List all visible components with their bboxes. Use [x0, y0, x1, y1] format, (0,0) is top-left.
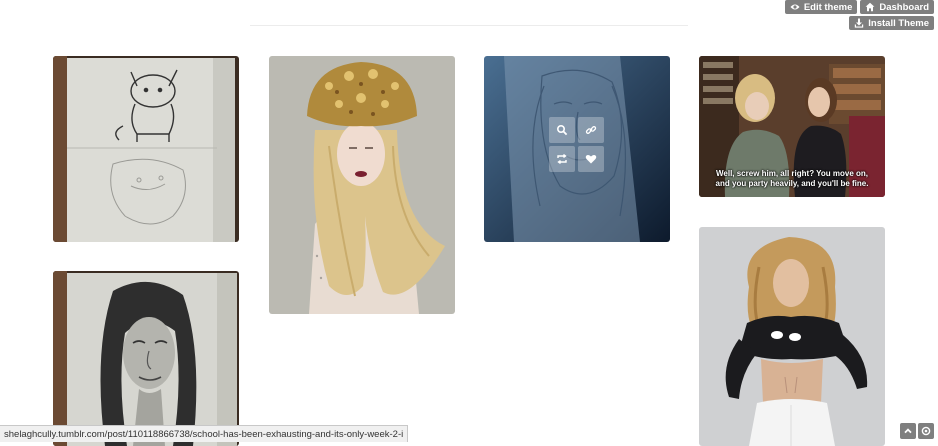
magnifier-icon	[556, 124, 568, 136]
home-icon	[865, 2, 875, 12]
photo-post-tv-scene[interactable]: Well, screw him, all right? You move on,…	[699, 56, 885, 197]
edit-theme-label: Edit theme	[803, 1, 853, 13]
status-bar-url: shelaghcully.tumblr.com/post/11011886673…	[0, 425, 409, 442]
tumblr-controls: Edit theme Dashboard Install Theme	[784, 0, 934, 30]
hover-action-grid	[549, 117, 604, 172]
golden-crown-model-image	[269, 56, 455, 314]
eye-icon	[790, 4, 800, 10]
subtitle-line-1: Well, screw him, all right? You move on,	[715, 169, 869, 178]
photo-post-crop-top[interactable]	[699, 227, 885, 446]
like-button[interactable]	[578, 146, 604, 172]
crop-top-model-image	[699, 227, 885, 446]
install-theme-label: Install Theme	[868, 17, 929, 29]
dashboard-label: Dashboard	[879, 1, 929, 13]
download-icon	[855, 18, 864, 28]
heart-icon	[585, 154, 597, 164]
photo-post-pencil-portrait-hovered[interactable]	[484, 56, 670, 242]
theme-settings-button[interactable]	[918, 423, 934, 439]
zoom-button[interactable]	[549, 117, 575, 143]
photo-post-sketchbook-portrait[interactable]	[53, 271, 239, 446]
edit-theme-button[interactable]: Edit theme	[784, 0, 858, 14]
photo-post-golden-crown[interactable]	[269, 56, 455, 314]
subtitle-caption: Well, screw him, all right? You move on,…	[699, 169, 885, 189]
dashboard-button[interactable]: Dashboard	[860, 0, 934, 14]
header-divider	[250, 25, 688, 26]
subtitle-line-2: and you party heavily, and you'll be fin…	[715, 179, 869, 188]
sketchbook-creature-image	[53, 56, 239, 242]
reblog-button[interactable]	[549, 146, 575, 172]
reblog-icon	[557, 153, 567, 165]
sketchbook-portrait-image	[53, 271, 239, 446]
target-icon	[921, 426, 931, 436]
chevron-up-icon	[904, 428, 912, 434]
install-theme-button[interactable]: Install Theme	[849, 16, 934, 30]
permalink-button[interactable]	[578, 117, 604, 143]
scroll-to-top-button[interactable]	[900, 423, 916, 439]
photo-post-sketchbook-creature[interactable]	[53, 56, 239, 242]
link-icon	[585, 126, 597, 134]
status-url-text: shelaghcully.tumblr.com/post/11011886673…	[4, 428, 404, 440]
